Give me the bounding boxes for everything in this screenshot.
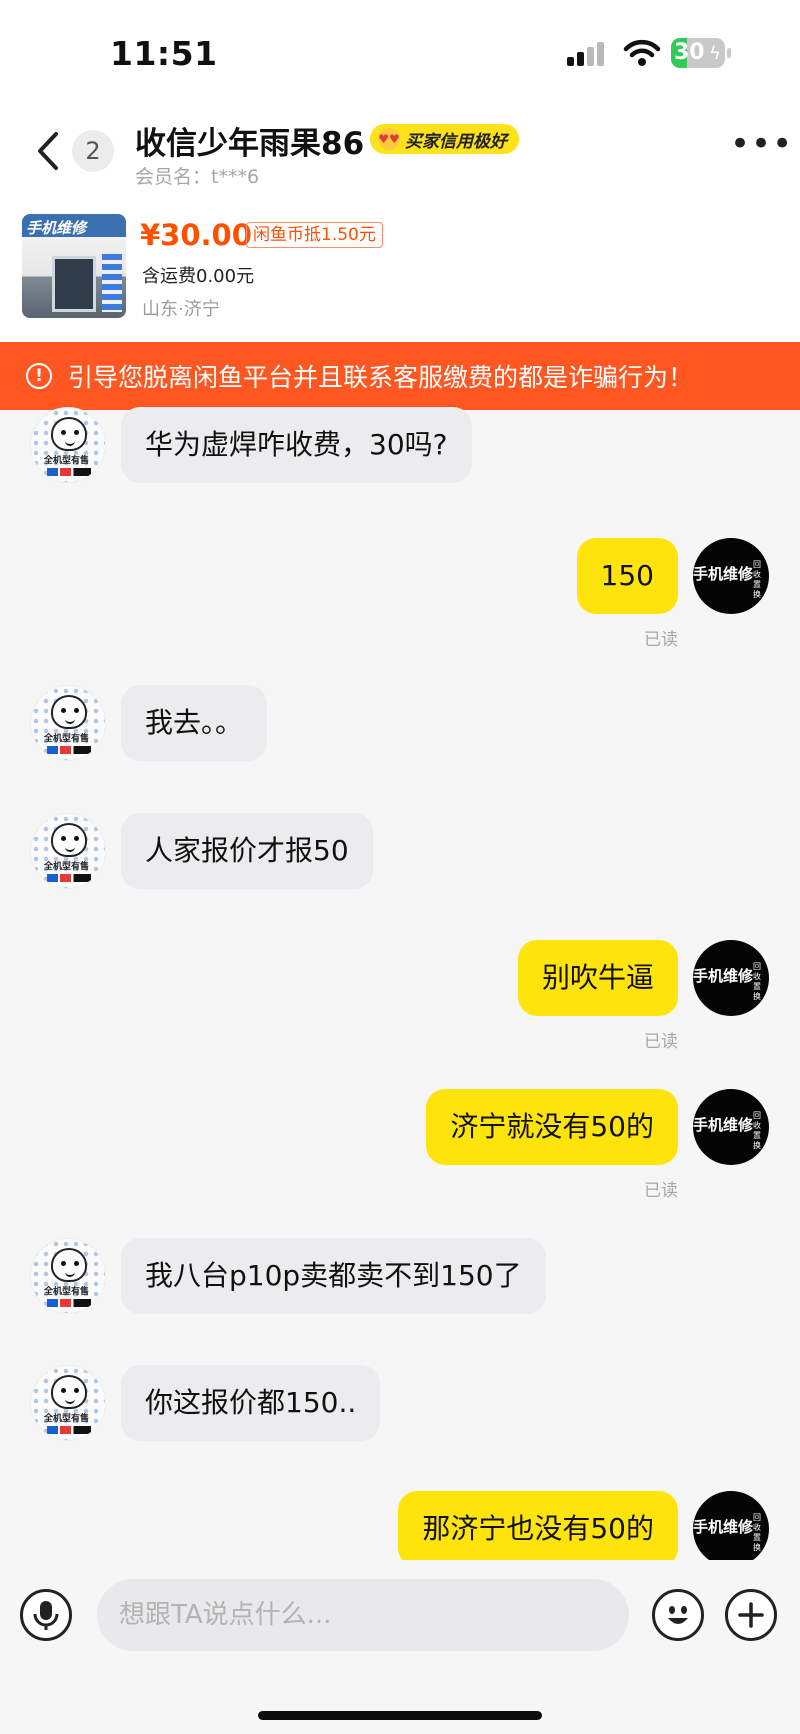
message-row: 全机型有售 我八台p10p卖都卖不到150了	[0, 1238, 800, 1314]
message-row: 济宁就没有50的 手机维修 回收 置换	[0, 1089, 800, 1165]
my-avatar-subtext: 回收 置换	[753, 1513, 761, 1552]
message-bubble[interactable]: 那济宁也没有50的	[398, 1491, 678, 1567]
sender-avatar[interactable]: 全机型有售	[30, 1365, 106, 1441]
product-price[interactable]: ¥30.00	[140, 218, 252, 252]
emoji-icon[interactable]	[652, 1589, 704, 1641]
message-row: 全机型有售 你这报价都150..	[0, 1365, 800, 1441]
fraud-warning-banner: ! 引导您脱离闲鱼平台并且联系客服缴费的都是诈骗行为！	[0, 342, 800, 410]
product-thumbnail[interactable]: 手机维修	[22, 214, 126, 318]
my-avatar[interactable]: 手机维修 回收 置换	[693, 1089, 769, 1165]
my-avatar-subtext: 回收 置换	[753, 1111, 761, 1150]
message-row: 全机型有售 人家报价才报50	[0, 813, 800, 889]
my-avatar-subtext: 回收 置换	[753, 560, 761, 599]
avatar-caption: 全机型有售	[44, 862, 90, 872]
message-bubble[interactable]: 别吹牛逼	[517, 940, 678, 1016]
back-arrow-icon[interactable]	[30, 128, 66, 174]
message-row: 全机型有售 我去。。	[0, 685, 800, 761]
thumbnail-shop-sign: 手机维修	[26, 219, 87, 237]
my-avatar-text: 手机维修	[693, 565, 754, 583]
battery-percent: 30	[674, 40, 705, 65]
plus-icon[interactable]	[725, 1589, 777, 1641]
my-avatar[interactable]: 手机维修 回收 置换	[693, 1491, 769, 1567]
microphone-icon[interactable]	[20, 1589, 72, 1641]
message-row: 那济宁也没有50的 手机维修 回收 置换	[0, 1491, 800, 1567]
my-avatar[interactable]: 手机维修 回收 置换	[693, 538, 769, 614]
my-avatar-text: 手机维修	[693, 1518, 754, 1536]
coin-discount-tag: 闲鱼币抵1.50元	[246, 222, 383, 248]
member-name: 会员名：t***6	[135, 166, 260, 188]
read-receipt: 已读	[644, 1181, 678, 1201]
avatar-caption: 全机型有售	[44, 456, 90, 466]
fraud-warning-text: 引导您脱离闲鱼平台并且联系客服缴费的都是诈骗行为！	[68, 363, 694, 392]
avatar-caption: 全机型有售	[44, 1414, 90, 1424]
thumbnail-shelf	[102, 254, 122, 312]
message-bubble[interactable]: 华为虚焊咋收费，30吗?	[121, 407, 472, 483]
message-bubble[interactable]: 济宁就没有50的	[426, 1089, 678, 1165]
message-bubble[interactable]: 我去。。	[121, 685, 268, 761]
wifi-icon	[623, 39, 661, 66]
message-bubble[interactable]: 我八台p10p卖都卖不到150了	[121, 1238, 546, 1314]
message-bubble[interactable]: 150	[576, 538, 678, 614]
my-avatar-text: 手机维修	[693, 1116, 754, 1134]
sender-avatar[interactable]: 全机型有售	[30, 1238, 106, 1314]
charging-bolt-icon: ϟ	[709, 43, 721, 64]
message-row: 150 手机维修 回收 置换	[0, 538, 800, 614]
sender-avatar[interactable]: 全机型有售	[30, 407, 106, 483]
chat-title[interactable]: 收信少年雨果86	[135, 118, 364, 163]
status-time: 11:51	[110, 34, 218, 73]
sender-avatar[interactable]: 全机型有售	[30, 685, 106, 761]
avatar-caption: 全机型有售	[44, 1287, 90, 1297]
battery-icon: 30 ϟ	[671, 38, 725, 68]
my-avatar-text: 手机维修	[693, 967, 754, 985]
message-row: 全机型有售 华为虚焊咋收费，30吗?	[0, 407, 800, 483]
sender-avatar[interactable]: 全机型有售	[30, 813, 106, 889]
product-location: 山东·济宁	[142, 299, 220, 320]
credit-badge-label: 买家信用极好	[405, 131, 507, 152]
alert-circle-icon: !	[26, 363, 52, 389]
message-bubble[interactable]: 人家报价才报50	[121, 813, 373, 889]
my-avatar[interactable]: 手机维修 回收 置换	[693, 940, 769, 1016]
message-bubble[interactable]: 你这报价都150..	[121, 1365, 381, 1441]
unread-count-badge[interactable]: 2	[72, 130, 114, 172]
message-input[interactable]	[97, 1579, 629, 1651]
home-indicator	[258, 1711, 542, 1720]
my-avatar-subtext: 回收 置换	[753, 962, 761, 1001]
message-row: 别吹牛逼 手机维修 回收 置换	[0, 940, 800, 1016]
read-receipt: 已读	[644, 1032, 678, 1052]
cellular-signal-icon	[567, 40, 607, 66]
read-receipt: 已读	[644, 630, 678, 650]
battery-cap	[727, 48, 731, 58]
shipping-fee: 含运费0.00元	[142, 266, 255, 287]
thumbnail-door	[52, 256, 96, 312]
credit-badge[interactable]: ♥♥ 买家信用极好	[370, 124, 519, 154]
more-options-icon[interactable]: •••	[730, 127, 792, 168]
avatar-caption: 全机型有售	[44, 734, 90, 744]
heart-eyes-emoji-icon: ♥♥	[378, 128, 400, 150]
